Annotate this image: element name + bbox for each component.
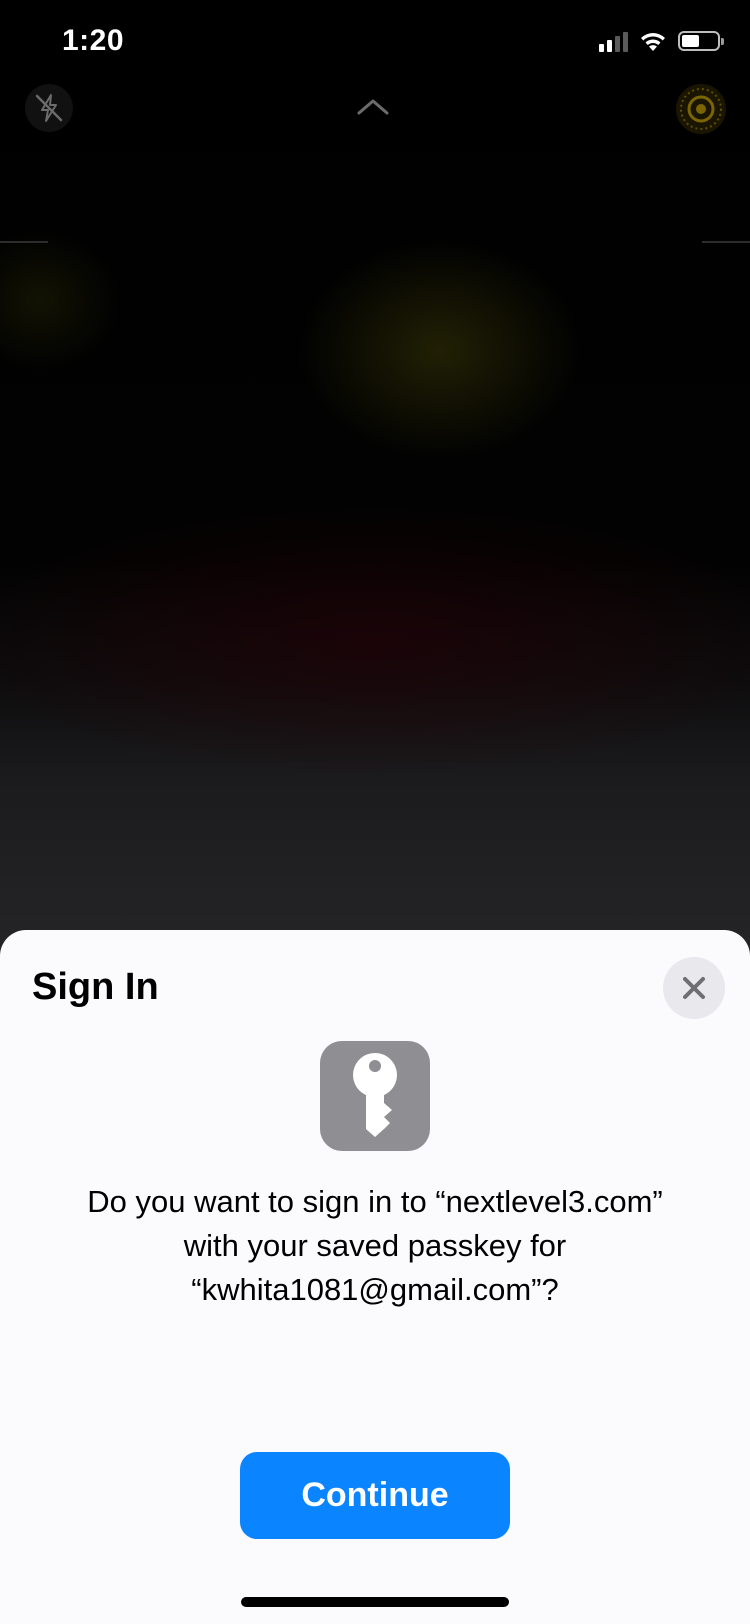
continue-button[interactable]: Continue [240,1452,510,1539]
passkey-icon [353,1053,397,1137]
prompt-line: with your saved passkey for [183,1228,567,1263]
flash-off-button[interactable] [25,84,73,132]
home-indicator[interactable] [241,1597,509,1607]
passkey-tile [320,1041,430,1151]
framing-guide-right [702,241,750,243]
wifi-icon [641,33,665,51]
sign-in-prompt: Do you want to sign in to “nextlevel3.co… [20,1180,730,1312]
close-icon [683,977,705,999]
cellular-signal-icon [599,30,628,52]
status-time: 1:20 [62,24,125,57]
screen: 1:20 Sign In Do you want to sign in to “… [0,0,750,1624]
prompt-line: “kwhita1081@gmail.com”? [191,1272,559,1307]
status-icons [599,30,724,52]
prompt-line: Do you want to sign in to “nextlevel3.co… [87,1184,663,1219]
framing-guide-left [0,241,48,243]
live-photo-icon [680,88,722,130]
sheet-title: Sign In [32,966,159,1008]
chevron-up-icon[interactable] [355,96,391,118]
live-photo-button[interactable] [676,84,726,134]
close-button[interactable] [663,957,725,1019]
flash-off-icon [35,94,63,122]
battery-icon [678,31,724,51]
